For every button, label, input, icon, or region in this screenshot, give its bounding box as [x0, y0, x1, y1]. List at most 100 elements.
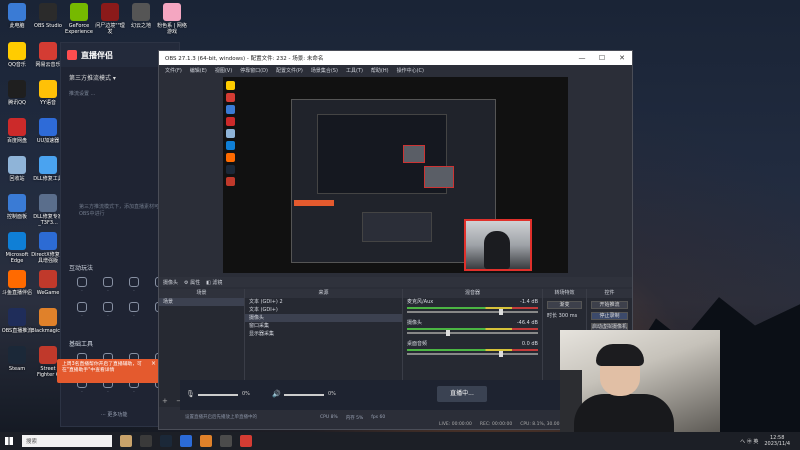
- app-logo-icon: [67, 50, 77, 60]
- desktop-icon[interactable]: 幻云之地: [124, 3, 158, 29]
- obs-titlebar[interactable]: OBS 27.1.3 (64-bit, windows) - 配置文件: 232…: [159, 51, 632, 65]
- obs-menu-item[interactable]: 文件(F): [165, 67, 182, 74]
- clock[interactable]: 12:58 2023/11/4: [764, 435, 790, 447]
- tool-icon: [77, 302, 87, 312]
- interact-tool[interactable]: ·: [95, 277, 121, 294]
- desktop-app-icon: [8, 232, 26, 250]
- mic-icon[interactable]: 🎙: [186, 390, 195, 398]
- obs-menu-item[interactable]: 配置文件(P): [276, 67, 303, 74]
- obs-menu-item[interactable]: 操作中心(C): [397, 67, 424, 74]
- desktop-icon-label: 粉色系 | 网络游戏: [157, 23, 187, 35]
- tool-label: ·: [133, 390, 135, 395]
- minimize-icon[interactable]: —: [572, 54, 592, 62]
- desktop-icon[interactable]: OBS Studio: [31, 3, 65, 29]
- obs-status-item: REC: 00:00:00: [479, 421, 513, 427]
- context-bar-button[interactable]: ⚙ 属性: [184, 279, 200, 286]
- desktop-app-icon: [8, 270, 26, 288]
- desktop-icon[interactable]: 腾讯QQ: [0, 80, 34, 106]
- interact-tool[interactable]: ·: [95, 302, 121, 319]
- obs-menu-item[interactable]: 工具(T): [346, 67, 363, 74]
- more-tools-link[interactable]: ··· 更多功能: [101, 411, 127, 418]
- toast-close-icon[interactable]: ×: [151, 361, 156, 367]
- tool-label: ·: [107, 390, 109, 395]
- maximize-icon[interactable]: ☐: [592, 54, 612, 62]
- source-item[interactable]: 摄像头: [245, 314, 402, 322]
- mixer-channel-level: -1.4 dB: [520, 299, 538, 305]
- task-view-icon[interactable]: [140, 435, 152, 447]
- app-icon[interactable]: [180, 435, 192, 447]
- desktop-icon[interactable]: 此电脑: [0, 3, 34, 29]
- obs-menu-item[interactable]: 编辑(E): [190, 67, 207, 74]
- desktop-icon[interactable]: Steam: [0, 346, 34, 372]
- scene-item[interactable]: 场景: [159, 298, 244, 306]
- context-bar-button[interactable]: ◧ 滤镜: [206, 279, 222, 286]
- controls-dock-title: 控件: [587, 289, 632, 298]
- volume-meter: [407, 328, 538, 330]
- obs-menu-item[interactable]: 场景集合(S): [311, 67, 338, 74]
- volume-slider[interactable]: [407, 351, 538, 357]
- source-item[interactable]: 文本 (GDI+): [245, 306, 402, 314]
- taskbar-app-icon[interactable]: [120, 435, 132, 447]
- obs-menu-item[interactable]: 停靠窗口(D): [240, 67, 268, 74]
- obs-preview[interactable]: [223, 77, 568, 273]
- tray-icons[interactable]: へ ㊥ 英: [740, 438, 758, 445]
- interact-tool[interactable]: ·: [69, 277, 95, 294]
- desktop-icon[interactable]: 问尸边境""理发: [93, 3, 127, 35]
- source-item[interactable]: 显示器采集: [245, 330, 402, 338]
- transitions-dock-title: 转场特效: [543, 289, 586, 298]
- desktop-icon-label: 百度网盘: [6, 138, 27, 144]
- perf-stat: fps 60: [371, 415, 386, 420]
- desktop-icon-label: 此电脑: [9, 23, 25, 29]
- mixer-channel: 摄像头 -46.4 dB: [403, 319, 542, 336]
- taskbar-search[interactable]: 搜索: [22, 435, 112, 447]
- control-button[interactable]: 开始推流: [591, 301, 628, 309]
- transition-select[interactable]: 渐变: [547, 301, 582, 309]
- perf-stat: CPU 8%: [320, 415, 338, 420]
- mic-volume-slider[interactable]: [198, 394, 238, 396]
- companion-taskbar-icon[interactable]: [200, 435, 212, 447]
- obs-menu-item[interactable]: 帮助(H): [371, 67, 389, 74]
- desktop-icon[interactable]: 粉色系 | 网络游戏: [155, 3, 189, 35]
- mixer-dock-title: 混音器: [403, 289, 542, 298]
- notification-toast[interactable]: 上周3名直播帮你开启了直播辅助，可在"直播助手"中查看详情 ×: [57, 359, 159, 383]
- desktop-icon[interactable]: 控制面板: [0, 194, 34, 220]
- source-item[interactable]: 文本 (GDI+) 2: [245, 298, 402, 306]
- interact-tool[interactable]: ·: [121, 302, 147, 319]
- speaker-volume-slider[interactable]: [284, 394, 324, 396]
- speaker-icon[interactable]: 🔊: [272, 390, 281, 398]
- desktop-icon[interactable]: Microsoft Edge: [0, 232, 34, 264]
- steam-icon[interactable]: [160, 435, 172, 447]
- desktop-icon[interactable]: 百度网盘: [0, 118, 34, 144]
- desktop-icon[interactable]: 斗鱼直播伴侣: [0, 270, 34, 296]
- desktop-icon[interactable]: 回收站: [0, 156, 34, 182]
- tool-label: ·: [107, 289, 109, 294]
- interact-tool[interactable]: ·: [121, 277, 147, 294]
- webcam-overlay: [560, 330, 720, 432]
- volume-slider[interactable]: [407, 330, 538, 336]
- obs-taskbar-icon[interactable]: [220, 435, 232, 447]
- toast-text: 上周3名直播帮你开启了直播辅助，可在"直播助手"中查看详情: [62, 362, 142, 373]
- mixer-channel: 麦克风/Aux -1.4 dB: [403, 298, 542, 315]
- desktop-icon-label: 控制面板: [6, 214, 27, 220]
- tool-label: ·: [81, 390, 83, 395]
- desktop-app-icon: [39, 3, 57, 21]
- interact-tool[interactable]: ·: [69, 302, 95, 319]
- volume-slider[interactable]: [407, 309, 538, 315]
- obs-menu-item[interactable]: 视图(V): [215, 67, 232, 74]
- desktop-icon-label: GeForce Experience: [65, 23, 93, 35]
- preview-webcam-source[interactable]: [464, 219, 532, 271]
- live-status-button[interactable]: 直播中...: [437, 386, 487, 402]
- app-name: 直播伴侣: [81, 50, 113, 60]
- tool-label: ·: [81, 314, 83, 319]
- start-button[interactable]: [0, 432, 18, 450]
- source-item[interactable]: 窗口采集: [245, 322, 402, 330]
- control-button[interactable]: 停止录制: [591, 312, 628, 320]
- desktop-app-icon: [8, 194, 26, 212]
- desktop-icon[interactable]: OBS直播推流: [0, 308, 34, 334]
- desktop-icon[interactable]: QQ音乐: [0, 42, 34, 68]
- taskbar-search-placeholder: 搜索: [26, 439, 38, 445]
- netease-taskbar-icon[interactable]: [240, 435, 252, 447]
- desktop-icon[interactable]: GeForce Experience: [62, 3, 96, 35]
- close-icon[interactable]: ✕: [612, 54, 632, 62]
- transition-duration[interactable]: 时长 300 ms: [543, 312, 586, 320]
